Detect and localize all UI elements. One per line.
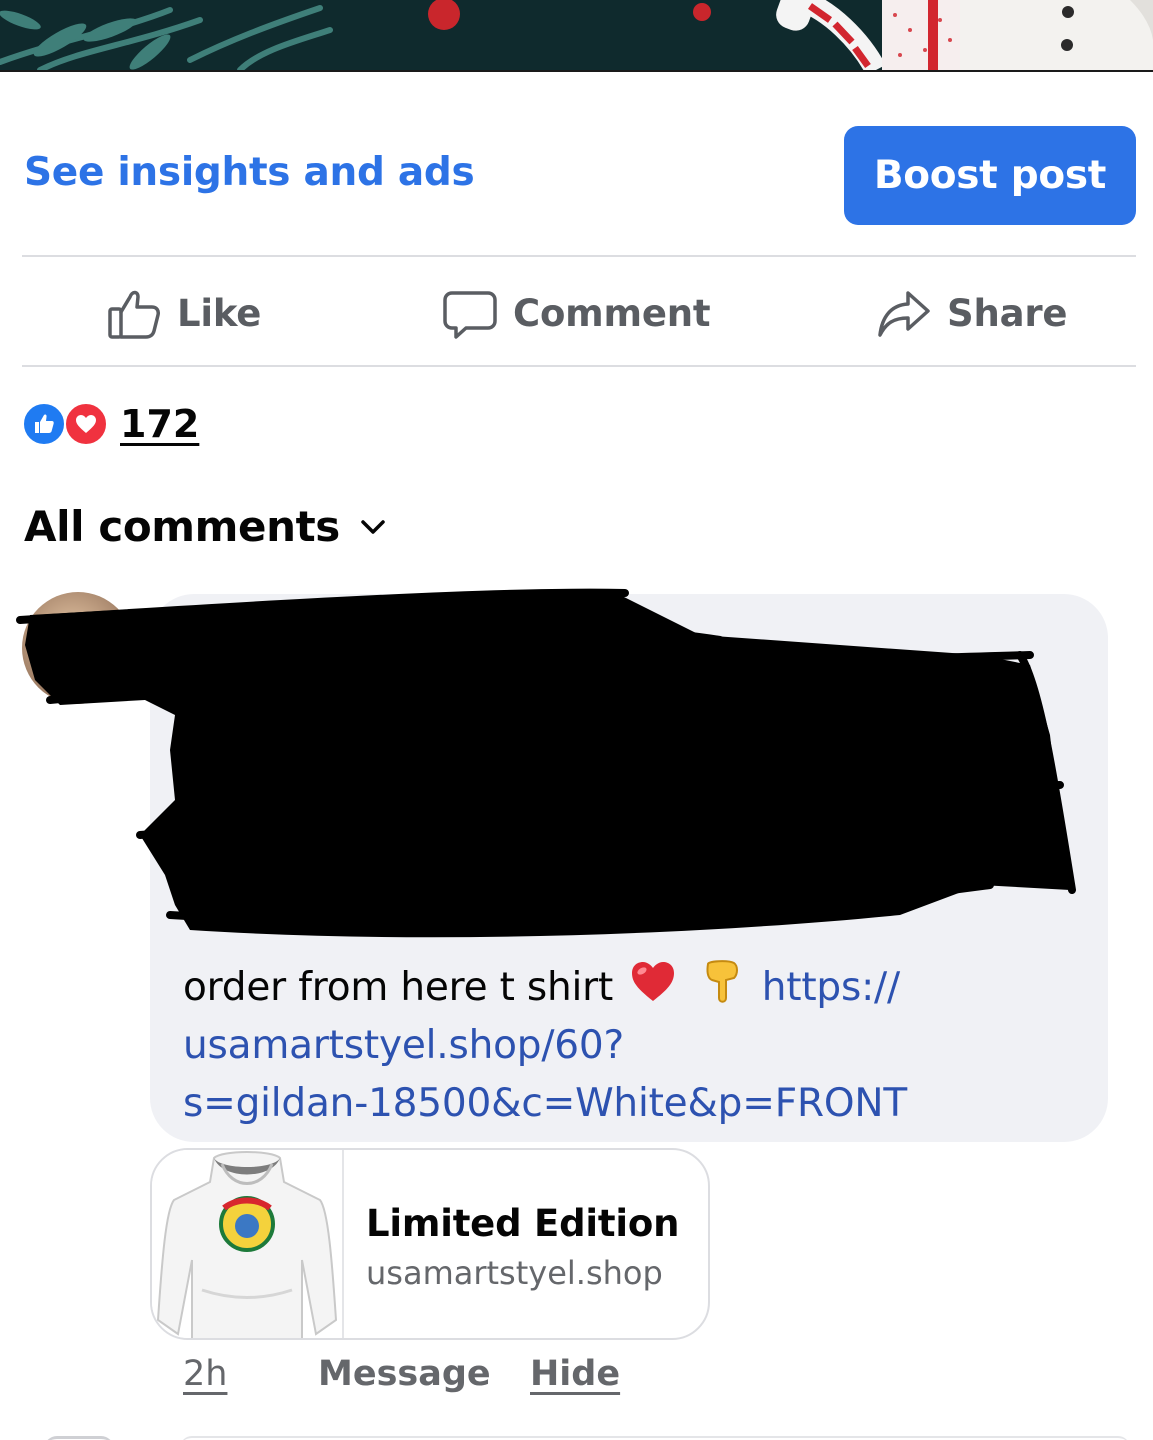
share-arrow-icon (878, 291, 930, 337)
comment-timestamp[interactable]: 2h (183, 1354, 227, 1394)
like-button[interactable]: Like (106, 280, 261, 346)
boost-post-button[interactable]: Boost post (844, 126, 1136, 225)
comment-link-part[interactable]: https:// (762, 965, 900, 1010)
like-label: Like (177, 291, 262, 335)
see-insights-link[interactable]: See insights and ads (24, 150, 475, 195)
redacted-tagged-names (180, 654, 1060, 954)
link-preview-domain: usamartstyel.shop (366, 1254, 663, 1292)
pointing-down-icon (706, 960, 738, 1003)
reaction-count: 172 (120, 402, 200, 446)
message-button[interactable]: Message (318, 1354, 491, 1394)
divider (22, 365, 1136, 367)
next-comment-avatar (44, 1436, 114, 1440)
link-preview-card[interactable]: Limited Edition usamartstyel.shop (150, 1148, 710, 1340)
banner-border (0, 70, 1153, 72)
comment-link-part[interactable]: usamartstyel.shop/60? (183, 1023, 624, 1068)
thumbs-up-icon (108, 290, 160, 339)
post-page: See insights and ads Boost post Like Com… (0, 0, 1153, 1440)
comments-sort-label: All comments (24, 502, 340, 551)
comment-button[interactable]: Comment (442, 280, 711, 346)
next-comment-bubble (180, 1436, 1130, 1440)
cover-image (0, 0, 1153, 70)
share-button[interactable]: Share (876, 280, 1068, 346)
chevron-down-icon (361, 519, 385, 534)
hoodie-thumbnail (152, 1150, 344, 1338)
speech-bubble-icon (443, 291, 497, 339)
comments-sort-dropdown[interactable]: All comments (24, 502, 388, 551)
commenter-avatar[interactable] (22, 592, 134, 704)
love-reaction-icon (64, 402, 108, 446)
comment-link-part[interactable]: s=gildan-18500&c=White&p=FRONT (183, 1081, 907, 1126)
comment-body: order from here t shirt https:// usamart… (183, 958, 1083, 1133)
comment-label: Comment (513, 291, 711, 335)
divider (22, 255, 1136, 257)
hide-button[interactable]: Hide (530, 1354, 620, 1394)
comment-text: order from here t shirt (183, 965, 614, 1010)
link-preview-title: Limited Edition (366, 1202, 680, 1245)
share-label: Share (947, 291, 1068, 335)
reactions-summary[interactable]: 172 (22, 400, 199, 448)
red-heart-icon (632, 962, 675, 1001)
like-reaction-icon (22, 402, 66, 446)
holiday-decor-graphic (0, 0, 1153, 70)
